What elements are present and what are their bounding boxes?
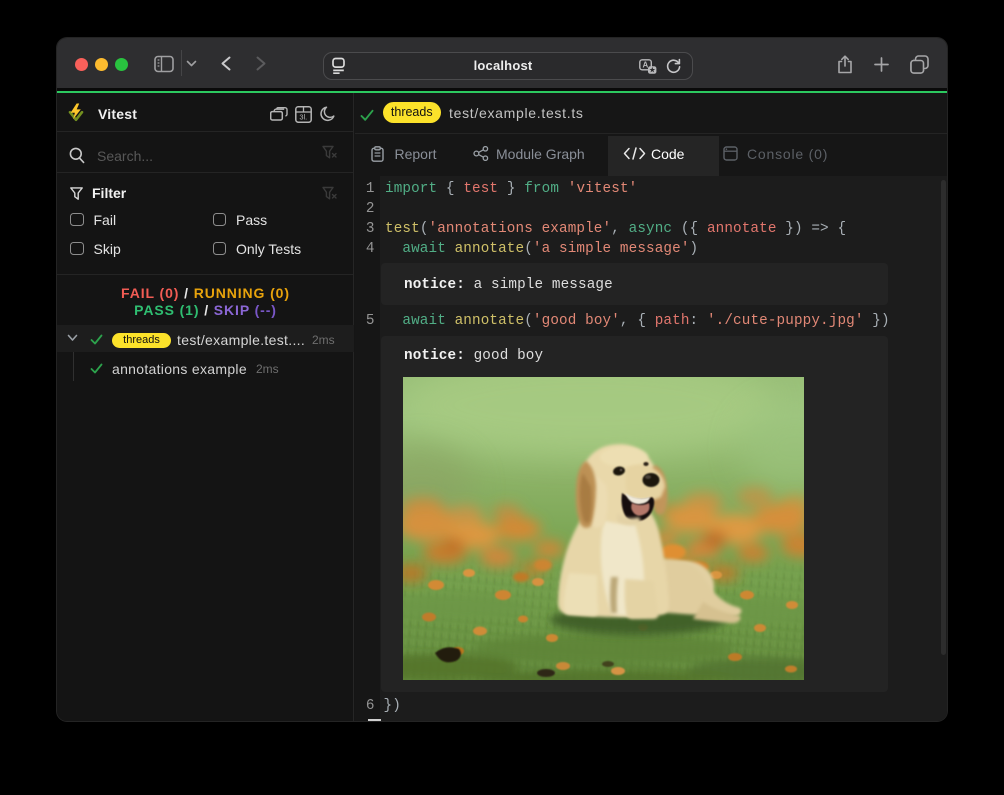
svg-text:3l.: 3l. (299, 112, 307, 121)
svg-text:★: ★ (648, 67, 655, 74)
svg-text:A: A (642, 60, 648, 69)
